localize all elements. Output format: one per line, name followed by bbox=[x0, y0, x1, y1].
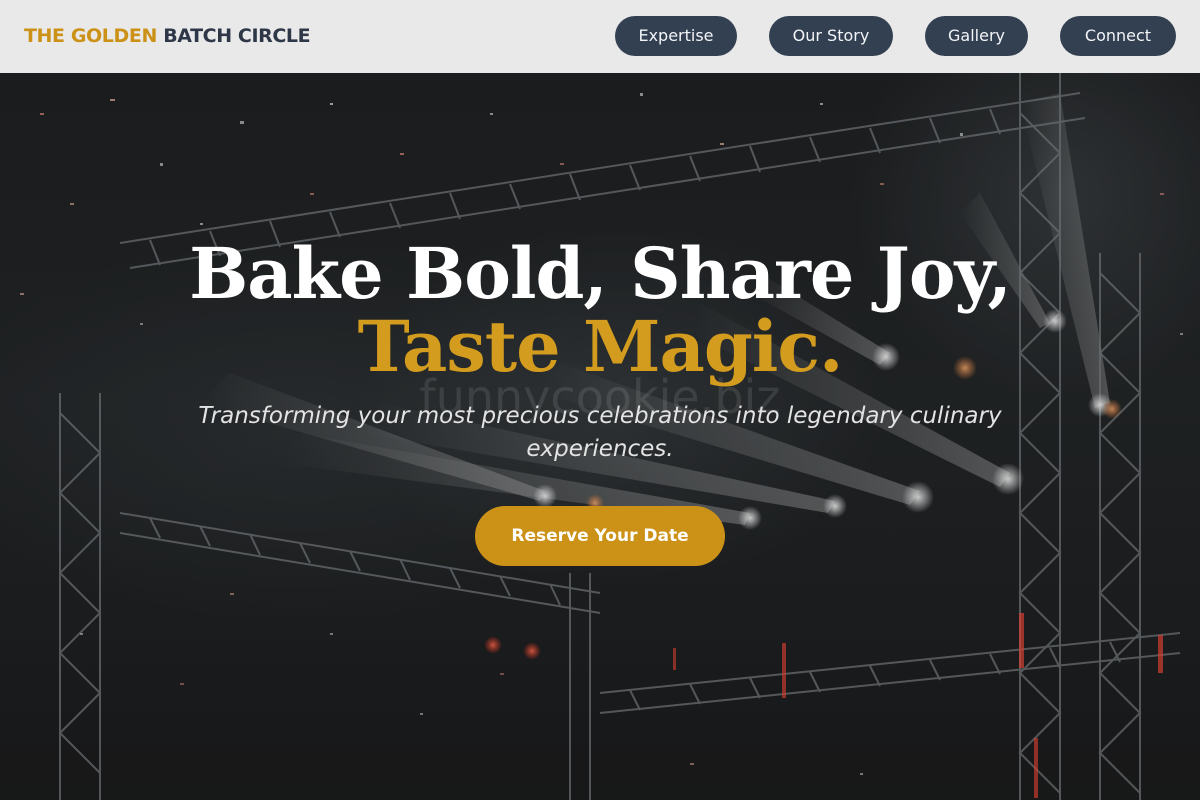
hero-headline-line-1: Bake Bold, Share Joy, bbox=[189, 232, 1012, 315]
brand-name-main: BATCH CIRCLE bbox=[163, 25, 311, 47]
brand-name-accent: THE GOLDEN bbox=[24, 25, 157, 47]
brand-logo[interactable]: THE GOLDEN BATCH CIRCLE bbox=[24, 24, 311, 48]
site-header: THE GOLDEN BATCH CIRCLE Expertise Our St… bbox=[0, 0, 1200, 73]
nav-expertise-button[interactable]: Expertise bbox=[615, 16, 737, 56]
nav-gallery-button[interactable]: Gallery bbox=[925, 16, 1028, 56]
nav-connect-button[interactable]: Connect bbox=[1060, 16, 1176, 56]
page: THE GOLDEN BATCH CIRCLE Expertise Our St… bbox=[0, 0, 1200, 800]
hero-headline-line-2: Taste Magic. bbox=[357, 305, 844, 388]
reserve-date-button[interactable]: Reserve Your Date bbox=[475, 506, 725, 566]
hero-subtitle: Transforming your most precious celebrat… bbox=[198, 403, 1002, 462]
nav-our-story-button[interactable]: Our Story bbox=[769, 16, 893, 56]
